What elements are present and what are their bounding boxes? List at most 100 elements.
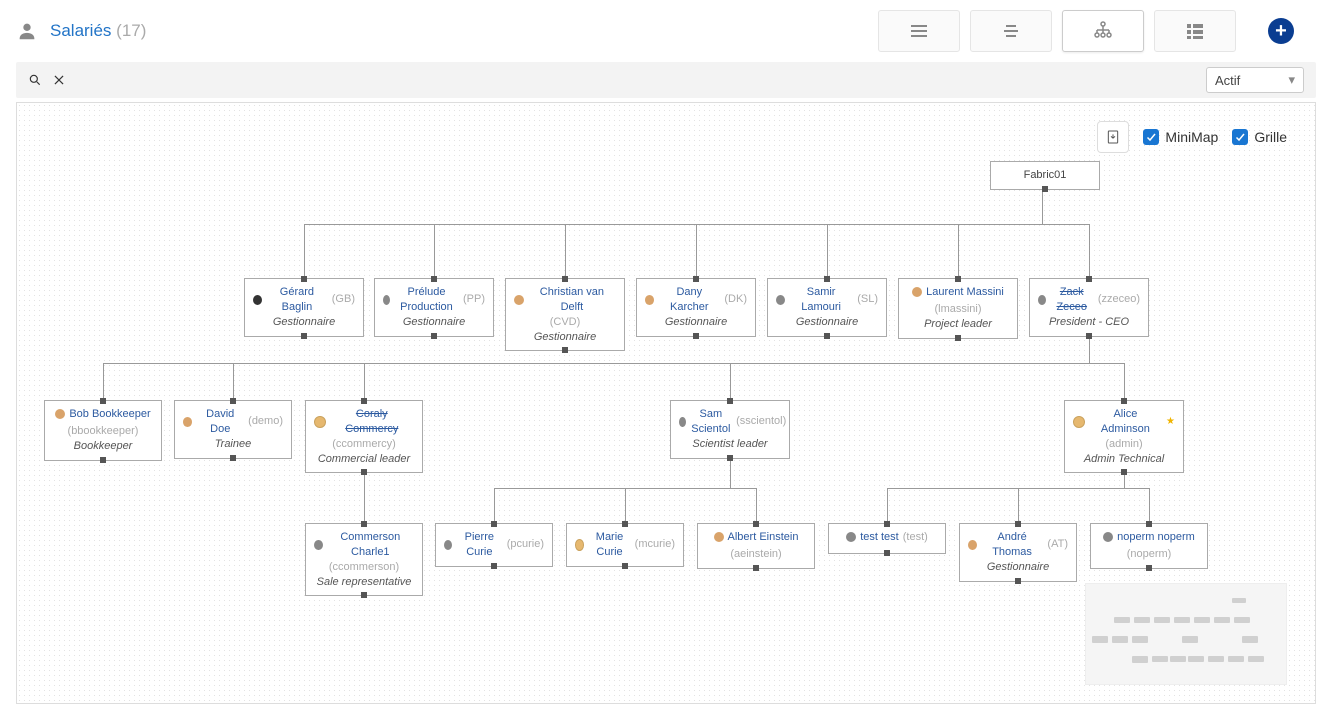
export-button[interactable]	[1097, 121, 1129, 153]
add-button[interactable]: +	[1246, 11, 1316, 51]
avatar-icon	[846, 532, 856, 542]
avatar-icon	[575, 539, 584, 551]
node-role: Trainee	[183, 437, 283, 452]
filter-bar: Actif ▾	[16, 62, 1316, 98]
connector	[103, 363, 104, 400]
node-code: (PP)	[463, 292, 485, 307]
search-icon[interactable]	[28, 73, 42, 87]
org-node[interactable]: Laurent Massini (lmassini) Project leade…	[898, 278, 1018, 339]
node-login: (test)	[903, 530, 928, 545]
org-node[interactable]: test test (test)	[828, 523, 946, 554]
node-name: Laurent Massini	[926, 285, 1004, 300]
node-name: noperm noperm	[1117, 530, 1195, 545]
node-code: (DK)	[724, 292, 747, 307]
page-title-count: (17)	[116, 21, 146, 40]
node-login: (bbookkeeper)	[53, 424, 153, 439]
minimap-toggle[interactable]: MiniMap	[1143, 129, 1218, 145]
avatar-icon	[912, 287, 922, 297]
plus-icon: +	[1268, 18, 1294, 44]
org-node[interactable]: Prélude Production (PP) Gestionnaire	[374, 278, 494, 337]
node-role: Project leader	[907, 317, 1009, 332]
avatar-icon	[444, 540, 452, 550]
connector	[233, 363, 234, 400]
node-role: Commercial leader	[314, 452, 414, 467]
connector	[756, 488, 757, 523]
employees-icon	[16, 20, 38, 42]
avatar-icon	[1073, 416, 1085, 428]
connector	[364, 363, 365, 400]
node-code: (CVD)	[514, 315, 616, 330]
avatar-icon	[183, 417, 192, 427]
node-role: President - CEO	[1038, 315, 1140, 330]
org-node[interactable]: Dany Karcher (DK) Gestionnaire	[636, 278, 756, 337]
node-name: Albert Einstein	[728, 530, 799, 545]
org-node[interactable]: Zack Zeceo (zzeceo) President - CEO	[1029, 278, 1149, 337]
node-role: Gestionnaire	[253, 315, 355, 330]
view-align-button[interactable]	[970, 10, 1052, 52]
header-left: Salariés (17)	[16, 20, 146, 42]
org-node[interactable]: Commerson Charle1 (ccommerson) Sale repr…	[305, 523, 423, 596]
org-chart-canvas[interactable]: MiniMap Grille	[16, 102, 1316, 704]
org-node[interactable]: André Thomas (AT) Gestionnaire	[959, 523, 1077, 582]
avatar-icon	[679, 417, 686, 427]
node-code: (GB)	[332, 292, 355, 307]
org-node-root[interactable]: Fabric01	[990, 161, 1100, 190]
node-code: (zzeceo)	[1098, 292, 1140, 307]
avatar-icon	[776, 295, 785, 305]
avatar-icon	[514, 295, 524, 305]
node-login: (sscientol)	[736, 414, 786, 429]
org-node[interactable]: Pierre Curie (pcurie)	[435, 523, 553, 567]
connector	[1042, 189, 1043, 224]
org-node[interactable]: noperm noperm (noperm)	[1090, 523, 1208, 569]
connector	[1124, 363, 1125, 400]
connector	[434, 224, 435, 278]
header: Salariés (17) +	[0, 0, 1332, 62]
avatar-icon	[314, 540, 323, 550]
minimap[interactable]	[1085, 583, 1287, 685]
canvas-toolbar: MiniMap Grille	[1097, 121, 1287, 153]
chevron-down-icon: ▾	[1288, 72, 1295, 88]
connector	[103, 363, 1125, 364]
node-login: (admin)	[1073, 437, 1175, 452]
org-node[interactable]: Albert Einstein (aeinstein)	[697, 523, 815, 569]
node-login: (noperm)	[1099, 547, 1199, 562]
org-node[interactable]: Marie Curie (mcurie)	[566, 523, 684, 567]
connector	[1149, 488, 1150, 523]
node-login: (demo)	[248, 414, 283, 429]
avatar-icon	[1103, 532, 1113, 542]
org-node[interactable]: Bob Bookkeeper (bbookkeeper) Bookkeeper	[44, 400, 162, 461]
node-name: Marie Curie	[588, 530, 630, 560]
status-select[interactable]: Actif ▾	[1206, 67, 1304, 93]
node-role: Gestionnaire	[776, 315, 878, 330]
org-node[interactable]: Coraly Commercy (ccommercy) Commercial l…	[305, 400, 423, 473]
view-table-button[interactable]	[1154, 10, 1236, 52]
node-role: Bookkeeper	[53, 439, 153, 454]
node-name: test test	[860, 530, 899, 545]
org-node[interactable]: Samir Lamouri (SL) Gestionnaire	[767, 278, 887, 337]
header-right: +	[878, 10, 1316, 52]
node-code: (SL)	[857, 292, 878, 307]
connector	[827, 224, 828, 278]
view-list-button[interactable]	[878, 10, 960, 52]
org-node[interactable]: Christian van Delft (CVD) Gestionnaire	[505, 278, 625, 351]
node-name: Sam Scientol	[690, 407, 733, 437]
node-login: (ccommerson)	[314, 560, 414, 575]
grid-toggle[interactable]: Grille	[1232, 129, 1287, 145]
page-title-text: Salariés	[50, 21, 111, 40]
avatar-icon	[1038, 295, 1046, 305]
org-node[interactable]: Sam Scientol (sscientol) Scientist leade…	[670, 400, 790, 459]
node-name: Prélude Production	[394, 285, 459, 315]
connector	[1018, 488, 1019, 523]
node-name: Pierre Curie	[456, 530, 503, 560]
org-node[interactable]: Gérard Baglin (GB) Gestionnaire	[244, 278, 364, 337]
avatar-icon	[968, 540, 977, 550]
avatar-icon	[253, 295, 262, 305]
view-orgchart-button[interactable]	[1062, 10, 1144, 52]
connector	[565, 224, 566, 278]
org-node[interactable]: Alice Adminson ★ (admin) Admin Technical	[1064, 400, 1184, 473]
node-name: Coraly Commercy	[330, 407, 414, 437]
connector	[1089, 224, 1090, 278]
org-node[interactable]: David Doe (demo) Trainee	[174, 400, 292, 459]
close-icon[interactable]	[52, 73, 66, 87]
node-code: (lmassini)	[907, 302, 1009, 317]
